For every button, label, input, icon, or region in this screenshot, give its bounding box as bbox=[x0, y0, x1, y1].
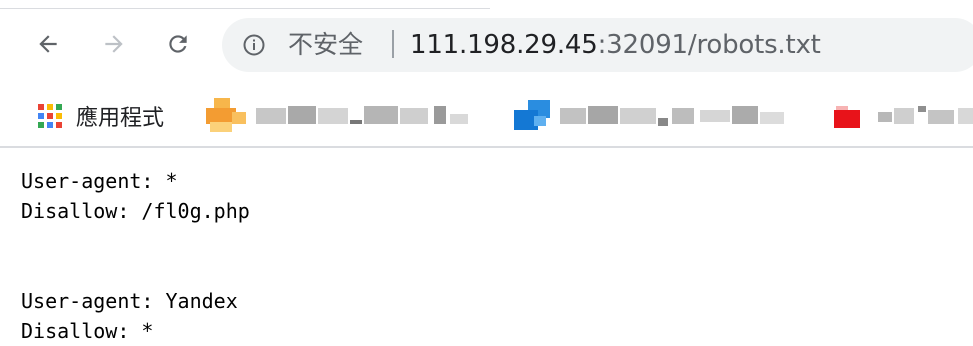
reload-button[interactable] bbox=[160, 26, 196, 62]
bookmark-3-redacted-label bbox=[878, 104, 973, 128]
omnibox-separator bbox=[392, 30, 394, 58]
bookmark-item-1[interactable] bbox=[206, 96, 476, 136]
toolbar-divider bbox=[0, 146, 973, 148]
bookmark-item-3[interactable] bbox=[834, 96, 973, 136]
url-text[interactable]: 111.198.29.45:32091/robots.txt bbox=[410, 28, 821, 62]
text-line: User-agent: * bbox=[21, 169, 178, 193]
text-line bbox=[21, 226, 250, 256]
url-host: 111.198.29.45 bbox=[410, 30, 598, 60]
arrow-right-icon bbox=[105, 35, 123, 53]
text-line: Disallow: /fl0g.php bbox=[21, 199, 250, 223]
bookmark-apps[interactable]: 應用程式 bbox=[38, 98, 164, 134]
tab-strip-edge bbox=[0, 0, 490, 9]
url-path: :32091/robots.txt bbox=[597, 30, 821, 60]
bookmark-item-2[interactable] bbox=[514, 96, 794, 136]
text-line: User-agent: Yandex bbox=[21, 289, 238, 313]
reload-icon bbox=[169, 35, 187, 53]
bookmark-1-redacted-label bbox=[256, 104, 476, 128]
red-favicon bbox=[834, 106, 864, 130]
bookmark-2-redacted-label bbox=[560, 104, 790, 128]
bookmarks-bar: 應用程式 bbox=[0, 88, 973, 144]
forward-button[interactable] bbox=[96, 26, 132, 62]
arrow-left-icon bbox=[39, 35, 57, 53]
orange-favicon bbox=[206, 98, 246, 134]
browser-toolbar: 不安全 111.198.29.45:32091/robots.txt bbox=[0, 0, 973, 88]
security-label[interactable]: 不安全 bbox=[288, 29, 363, 61]
text-line bbox=[21, 256, 250, 286]
apps-grid-icon bbox=[38, 104, 62, 128]
bookmark-apps-label: 應用程式 bbox=[76, 106, 165, 131]
address-bar[interactable]: 不安全 111.198.29.45:32091/robots.txt bbox=[222, 18, 973, 72]
robots-txt-content: User-agent: * Disallow: /fl0g.php User-a… bbox=[21, 166, 250, 346]
back-button[interactable] bbox=[30, 26, 66, 62]
blue-favicon bbox=[514, 100, 550, 132]
info-icon[interactable] bbox=[242, 33, 266, 57]
